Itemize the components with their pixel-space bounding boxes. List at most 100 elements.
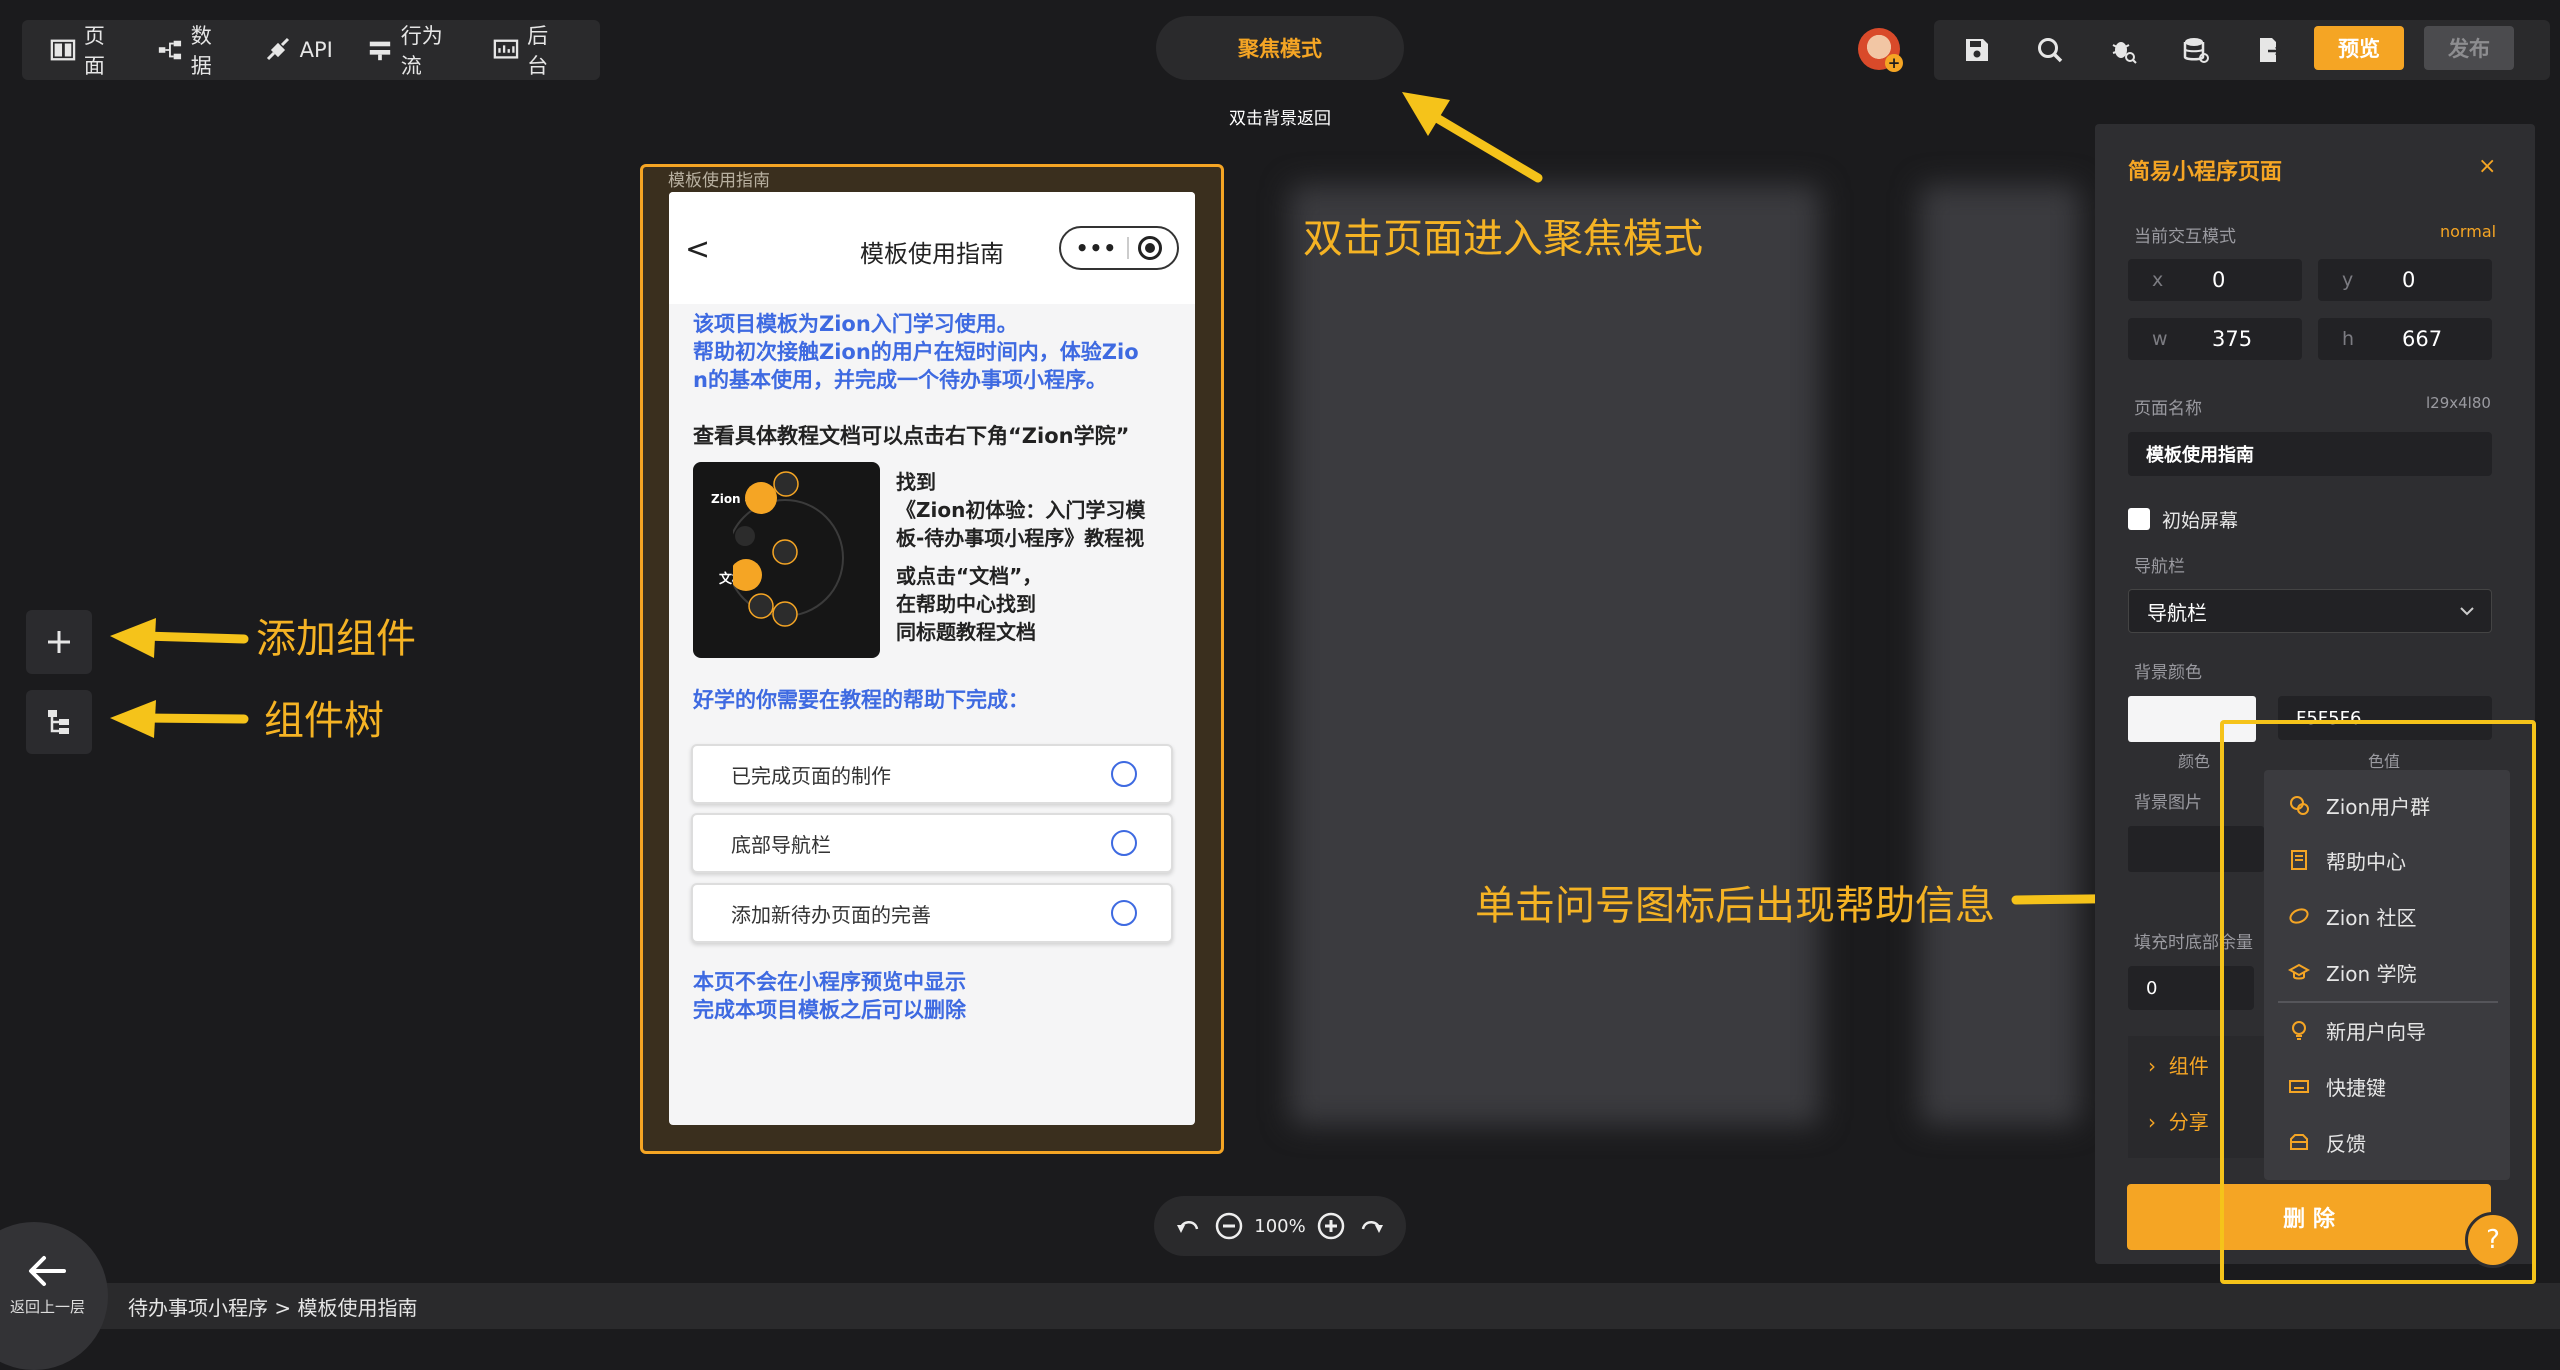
undo-icon[interactable] bbox=[1173, 1211, 1203, 1241]
arrow-tree-icon bbox=[110, 700, 249, 738]
task-checkbox[interactable] bbox=[1111, 900, 1137, 926]
panel-title: 简易小程序页面 bbox=[2128, 160, 2283, 185]
zoom-in-icon[interactable] bbox=[1316, 1211, 1346, 1241]
y-value: 0 bbox=[2402, 268, 2416, 292]
nav-label: 行为流 bbox=[400, 24, 443, 78]
bg-image-label: 背景图片 bbox=[2134, 793, 2202, 813]
task-label: 已完成页面的制作 bbox=[731, 763, 891, 788]
nav-label: 数据 bbox=[190, 24, 212, 78]
group-share[interactable]: › 分享 bbox=[2148, 1106, 2209, 1135]
background-page-2[interactable] bbox=[1920, 185, 2080, 1125]
or-line: 或点击“文档”， bbox=[896, 564, 1043, 588]
task-checkbox[interactable] bbox=[1111, 761, 1137, 787]
focus-mode-hint: 双击背景返回 bbox=[1229, 109, 1331, 129]
nav-label: API bbox=[299, 38, 333, 62]
focus-mode-button[interactable]: 聚焦模式 bbox=[1156, 16, 1404, 80]
background-page-1[interactable] bbox=[1290, 185, 1820, 1125]
task-label: 底部导航栏 bbox=[731, 832, 831, 857]
backend-icon bbox=[493, 39, 519, 59]
highlight-box bbox=[2220, 720, 2536, 1284]
mini-program-capsule[interactable]: ••• bbox=[1059, 226, 1179, 270]
nav-item-api[interactable]: API bbox=[264, 37, 333, 63]
tutorial-thumbnail: Zion 学院 文档 bbox=[693, 462, 880, 658]
find-line: 板-待办事项小程序》教程视 bbox=[896, 526, 1145, 550]
w-field[interactable]: w 375 bbox=[2128, 318, 2302, 360]
find-line: 找到 bbox=[896, 470, 936, 494]
nav-label: 页面 bbox=[83, 24, 105, 78]
task-checkbox[interactable] bbox=[1111, 830, 1137, 856]
navbar-select[interactable]: 导航栏 bbox=[2128, 589, 2492, 633]
task-item[interactable]: 已完成页面的制作 bbox=[691, 744, 1173, 804]
intro-line: n的基本使用，并完成一个待办事项小程序。 bbox=[693, 368, 1107, 392]
task-label: 添加新待办页面的完善 bbox=[731, 902, 931, 927]
h-field[interactable]: h 667 bbox=[2318, 318, 2492, 360]
zoom-out-icon[interactable] bbox=[1214, 1211, 1244, 1241]
group-label: 分享 bbox=[2168, 1110, 2209, 1134]
search-icon[interactable] bbox=[2035, 35, 2065, 65]
chevron-right-icon: › bbox=[2148, 1054, 2156, 1078]
intro-text: 该项目模板为Zion入门学习使用。 帮助初次接触Zion的用户在短时间内，体验Z… bbox=[693, 310, 1139, 394]
component-tree-button[interactable] bbox=[26, 690, 92, 754]
callout-help: 单击问号图标后出现帮助信息 bbox=[1475, 883, 1995, 929]
tutorial-hint: 查看具体教程文档可以点击右下角“Zion学院” bbox=[693, 424, 1130, 448]
y-prefix: y bbox=[2342, 269, 2354, 291]
chevron-right-icon: › bbox=[2148, 1110, 2156, 1134]
tree-icon bbox=[48, 710, 69, 734]
mode-value: normal bbox=[2440, 222, 2497, 241]
redo-icon[interactable] bbox=[1357, 1211, 1387, 1241]
nav-item-flow[interactable]: 行为流 bbox=[367, 20, 459, 80]
top-nav: 页面 数据 API 行为流 后台 bbox=[22, 20, 600, 80]
initial-screen-label: 初始屏幕 bbox=[2162, 510, 2239, 532]
help-question-icon[interactable]: ? bbox=[2465, 1212, 2521, 1268]
or-text: 或点击“文档”， 在帮助中心找到 同标题教程文档 bbox=[896, 562, 1042, 646]
group-components[interactable]: › 组件 bbox=[2148, 1050, 2209, 1079]
or-line: 同标题教程文档 bbox=[896, 620, 1036, 644]
callout-focus: 双击页面进入聚焦模式 bbox=[1303, 216, 1703, 262]
callout-tree: 组件树 bbox=[264, 698, 384, 744]
flow-icon bbox=[369, 41, 391, 61]
footer-line: 完成本项目模板之后可以删除 bbox=[693, 998, 966, 1022]
page-name-label: 页面名称 bbox=[2134, 399, 2202, 419]
arrow-left-icon[interactable] bbox=[26, 1254, 68, 1288]
record-icon[interactable] bbox=[1138, 236, 1163, 260]
add-component-button[interactable] bbox=[26, 610, 92, 674]
database-icon[interactable] bbox=[2181, 35, 2211, 65]
h-prefix: h bbox=[2342, 328, 2355, 350]
callout-add: 添加组件 bbox=[256, 616, 416, 662]
find-text: 找到 《Zion初体验：入门学习模 板-待办事项小程序》教程视 bbox=[896, 468, 1145, 552]
bg-color-label: 背景颜色 bbox=[2134, 663, 2202, 683]
phone-screen[interactable]: < 模板使用指南 ••• 该项目模板为Zion入门学习使用。 帮助初次接触Zio… bbox=[669, 192, 1195, 1125]
x-value: 0 bbox=[2212, 268, 2226, 292]
arrow-add-icon bbox=[110, 618, 249, 658]
task-item[interactable]: 底部导航栏 bbox=[691, 813, 1173, 873]
export-icon[interactable] bbox=[2254, 35, 2284, 65]
thumbnail-orbit-icon bbox=[733, 471, 844, 627]
nav-item-page[interactable]: 页面 bbox=[50, 20, 123, 80]
task-item[interactable]: 添加新待办页面的完善 bbox=[691, 883, 1173, 943]
more-icon[interactable]: ••• bbox=[1076, 236, 1117, 260]
page-icon bbox=[50, 39, 76, 61]
color-sub-label: 颜色 bbox=[2178, 752, 2211, 771]
breadcrumb: 待办事项小程序 > 模板使用指南 bbox=[128, 1296, 418, 1320]
x-field[interactable]: x 0 bbox=[2128, 259, 2302, 301]
x-prefix: x bbox=[2152, 269, 2164, 291]
navbar-select-value: 导航栏 bbox=[2147, 600, 2207, 625]
preview-button[interactable]: 预览 bbox=[2314, 26, 2404, 70]
save-icon[interactable] bbox=[1962, 35, 1992, 65]
page-name-input[interactable]: 模板使用指南 bbox=[2128, 432, 2492, 476]
debug-icon[interactable] bbox=[2108, 35, 2138, 65]
footer-note: 本页不会在小程序预览中显示 完成本项目模板之后可以删除 bbox=[693, 968, 966, 1024]
initial-screen-checkbox[interactable] bbox=[2128, 508, 2150, 530]
close-icon[interactable]: × bbox=[2478, 154, 2496, 179]
page-name-hint: l29x4l80 bbox=[2426, 394, 2491, 412]
task-heading: 好学的你需要在教程的帮助下完成： bbox=[693, 688, 1029, 712]
h-value: 667 bbox=[2402, 327, 2443, 351]
footer-line: 本页不会在小程序预览中显示 bbox=[693, 970, 966, 994]
nav-item-data[interactable]: 数据 bbox=[157, 20, 230, 80]
zoom-level: 100% bbox=[1254, 1215, 1306, 1237]
nav-item-backend[interactable]: 后台 bbox=[493, 20, 566, 80]
y-field[interactable]: y 0 bbox=[2318, 259, 2492, 301]
zoom-bar: 100% bbox=[1154, 1196, 1406, 1256]
publish-button[interactable]: 发布 bbox=[2424, 26, 2514, 70]
group-label: 组件 bbox=[2168, 1054, 2209, 1078]
